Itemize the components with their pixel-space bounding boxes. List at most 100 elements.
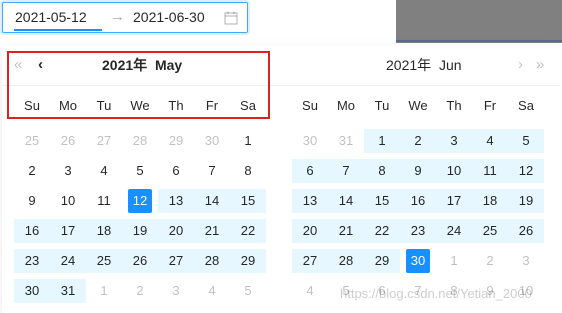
date-cell-in-range[interactable]: 20 (292, 216, 328, 246)
date-cell-in-range[interactable]: 2 (400, 126, 436, 156)
date-cell[interactable]: 6 (158, 156, 194, 186)
date-cell-in-range[interactable]: 13 (158, 186, 194, 216)
date-cell-in-range[interactable]: 3 (436, 126, 472, 156)
date-cell-in-range[interactable]: 12 (508, 156, 544, 186)
date-cell-in-range[interactable]: 5 (508, 126, 544, 156)
date-number: 3 (64, 163, 72, 178)
date-cell-in-range[interactable]: 15 (230, 186, 266, 216)
date-number: 4 (486, 133, 494, 148)
date-cell-in-range[interactable]: 21 (328, 216, 364, 246)
date-range-dropdown: « ‹ 2021年 May Su Mo Tu We Th Fr Sa 25 26 27 28 29 3… (2, 46, 562, 313)
date-cell-outside[interactable]: 5 (230, 276, 266, 306)
date-cell-in-range[interactable]: 26 (122, 246, 158, 276)
date-cell-in-range[interactable]: 19 (122, 216, 158, 246)
date-cell-outside[interactable]: 29 (158, 126, 194, 156)
date-cell-outside[interactable]: 2 (472, 246, 508, 276)
date-cell-in-range[interactable]: 9 (400, 156, 436, 186)
date-cell-in-range[interactable]: 14 (328, 186, 364, 216)
year-label-right[interactable]: 2021年 (386, 57, 431, 73)
next-year-icon[interactable]: » (536, 46, 544, 84)
date-cell-outside[interactable]: 30 (194, 126, 230, 156)
calendar-title-right: 2021年 Jun (386, 46, 462, 84)
date-cell-in-range[interactable]: 7 (328, 156, 364, 186)
date-cell-in-range[interactable]: 31 (50, 276, 86, 306)
date-cell-in-range[interactable]: 21 (194, 216, 230, 246)
date-cell-in-range[interactable]: 11 (472, 156, 508, 186)
date-cell-in-range[interactable]: 27 (158, 246, 194, 276)
date-cell[interactable]: 10 (50, 186, 86, 216)
date-cell[interactable]: 9 (14, 186, 50, 216)
date-cell-outside[interactable]: 2 (122, 276, 158, 306)
weekday-label: Su (24, 98, 40, 113)
date-cell[interactable]: 1 (230, 126, 266, 156)
weekday-header-left: Su Mo Tu We Th Fr Sa (14, 98, 266, 118)
date-cell-in-range[interactable]: 4 (472, 126, 508, 156)
date-cell-in-range[interactable]: 29 (364, 246, 400, 276)
date-cell-in-range[interactable]: 20 (158, 216, 194, 246)
year-label-left[interactable]: 2021年 (102, 57, 147, 73)
date-cell-in-range[interactable]: 19 (508, 186, 544, 216)
date-cell-in-range[interactable]: 15 (364, 186, 400, 216)
date-cell-outside[interactable]: 3 (158, 276, 194, 306)
date-cell-outside[interactable]: 27 (86, 126, 122, 156)
date-cell-outside[interactable]: 25 (14, 126, 50, 156)
date-cell-in-range[interactable]: 16 (14, 216, 50, 246)
date-number: 6 (306, 163, 314, 178)
date-cell-in-range[interactable]: 23 (14, 246, 50, 276)
date-cell-in-range[interactable]: 29 (230, 246, 266, 276)
date-number: 19 (518, 193, 534, 208)
date-cell[interactable]: 3 (50, 156, 86, 186)
date-cell-in-range[interactable]: 1 (364, 126, 400, 156)
date-cell-in-range[interactable]: 17 (50, 216, 86, 246)
date-cell-in-range[interactable]: 22 (230, 216, 266, 246)
start-date-input[interactable]: 2021-05-12 (15, 3, 87, 32)
next-month-icon[interactable]: › (518, 46, 523, 84)
date-cell[interactable]: 8 (230, 156, 266, 186)
month-label-left[interactable]: May (155, 57, 182, 73)
date-cell-in-range[interactable]: 13 (292, 186, 328, 216)
date-cell-in-range[interactable]: 16 (400, 186, 436, 216)
date-cell-outside[interactable]: 3 (508, 246, 544, 276)
date-cell[interactable]: 5 (122, 156, 158, 186)
prev-month-icon[interactable]: ‹ (38, 46, 43, 84)
date-cell[interactable]: 4 (86, 156, 122, 186)
date-cell-outside[interactable]: 28 (122, 126, 158, 156)
date-cell-in-range[interactable]: 18 (472, 186, 508, 216)
date-cell-in-range[interactable]: 23 (400, 216, 436, 246)
date-cell-outside[interactable]: 26 (50, 126, 86, 156)
date-cell-outside[interactable]: 1 (436, 246, 472, 276)
date-cell-outside[interactable]: 4 (194, 276, 230, 306)
date-cell-in-range[interactable]: 24 (436, 216, 472, 246)
date-cell-outside[interactable]: 1 (86, 276, 122, 306)
date-cell-in-range[interactable]: 28 (328, 246, 364, 276)
date-cell-in-range[interactable]: 22 (364, 216, 400, 246)
date-cell-in-range[interactable]: 30 (14, 276, 50, 306)
date-cell-in-range[interactable]: 28 (194, 246, 230, 276)
date-cell-selected[interactable]: 12 (122, 186, 158, 216)
week-row: 30 31 1 2 3 4 5 (292, 126, 544, 156)
date-cell-in-range[interactable]: 26 (508, 216, 544, 246)
calendar-icon[interactable] (224, 11, 238, 25)
date-cell-in-range[interactable]: 18 (86, 216, 122, 246)
date-cell[interactable]: 2 (14, 156, 50, 186)
date-cell-selected[interactable]: 30 (400, 246, 436, 276)
date-cell-in-range[interactable]: 6 (292, 156, 328, 186)
date-cell[interactable]: 7 (194, 156, 230, 186)
end-date-input[interactable]: 2021-06-30 (133, 3, 205, 32)
month-label-right[interactable]: Jun (439, 57, 462, 73)
date-cell-in-range[interactable]: 24 (50, 246, 86, 276)
date-cell-outside[interactable]: 31 (328, 126, 364, 156)
date-cell[interactable]: 11 (86, 186, 122, 216)
date-range-input[interactable]: 2021-05-12 → 2021-06-30 (2, 2, 248, 33)
date-cell-in-range[interactable]: 25 (472, 216, 508, 246)
date-cell-in-range[interactable]: 10 (436, 156, 472, 186)
date-cell-in-range[interactable]: 8 (364, 156, 400, 186)
prev-year-icon[interactable]: « (14, 46, 22, 84)
date-cell-outside[interactable]: 4 (292, 276, 328, 306)
date-cell-in-range[interactable]: 17 (436, 186, 472, 216)
date-number: 8 (378, 163, 386, 178)
date-cell-in-range[interactable]: 25 (86, 246, 122, 276)
date-cell-in-range[interactable]: 27 (292, 246, 328, 276)
date-cell-outside[interactable]: 30 (292, 126, 328, 156)
date-cell-in-range[interactable]: 14 (194, 186, 230, 216)
